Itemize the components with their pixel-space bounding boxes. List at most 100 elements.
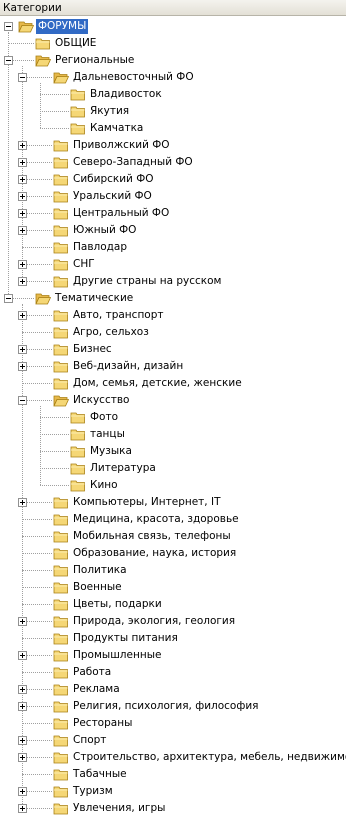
tree-node[interactable]: Приволжский ФО [0, 137, 346, 154]
tree-node-label[interactable]: Природа, экология, геология [71, 614, 237, 629]
tree-node[interactable]: Политика [0, 562, 346, 579]
tree-node-label[interactable]: Павлодар [71, 240, 129, 255]
expand-icon[interactable] [18, 158, 27, 167]
tree-node[interactable]: Медицина, красота, здоровье [0, 511, 346, 528]
tree-node-label[interactable]: Политика [71, 563, 129, 578]
tree-node[interactable]: Кино [0, 477, 346, 494]
tree-node[interactable]: Мобильная связь, телефоны [0, 528, 346, 545]
tree-node-label[interactable]: Северо-Западный ФО [71, 155, 195, 170]
tree-node-label[interactable]: Южный ФО [71, 223, 138, 238]
expand-icon[interactable] [18, 498, 27, 507]
tree-node[interactable]: Цветы, подарки [0, 596, 346, 613]
tree-node-label[interactable]: Литература [88, 461, 158, 476]
expand-icon[interactable] [18, 804, 27, 813]
tree-node-label[interactable]: Камчатка [88, 121, 145, 136]
tree-node[interactable]: Компьютеры, Интернет, IT [0, 494, 346, 511]
tree-node-label[interactable]: Уральский ФО [71, 189, 154, 204]
tree-node-label[interactable]: Цветы, подарки [71, 597, 164, 612]
tree-node[interactable]: ОБЩИЕ [0, 35, 346, 52]
tree-node-label[interactable]: Владивосток [88, 87, 164, 102]
tree-node[interactable]: Тематические [0, 290, 346, 307]
tree-node-label[interactable]: ФОРУМЫ [36, 19, 89, 34]
expand-icon[interactable] [18, 209, 27, 218]
tree-node-label[interactable]: Военные [71, 580, 124, 595]
expand-icon[interactable] [18, 226, 27, 235]
tree-node-label[interactable]: Бизнес [71, 342, 114, 357]
expand-icon[interactable] [18, 685, 27, 694]
tree-node[interactable]: ФОРУМЫ [0, 18, 346, 35]
collapse-icon[interactable] [4, 294, 13, 303]
tree-node-label[interactable]: Рестораны [71, 716, 134, 731]
expand-icon[interactable] [18, 753, 27, 762]
collapse-icon[interactable] [4, 56, 13, 65]
tree-node-label[interactable]: Кино [88, 478, 120, 493]
tree-node[interactable]: Павлодар [0, 239, 346, 256]
tree-node[interactable]: Северо-Западный ФО [0, 154, 346, 171]
tree-node[interactable]: Уральский ФО [0, 188, 346, 205]
tree-node-label[interactable]: Работа [71, 665, 113, 680]
tree-node-label[interactable]: Спорт [71, 733, 108, 748]
tree-node[interactable]: Южный ФО [0, 222, 346, 239]
tree-node-label[interactable]: СНГ [71, 257, 97, 272]
tree-node-label[interactable]: Тематические [53, 291, 135, 306]
expand-icon[interactable] [18, 192, 27, 201]
tree-node-label[interactable]: Туризм [71, 784, 115, 799]
tree-node[interactable]: танцы [0, 426, 346, 443]
tree-node[interactable]: Камчатка [0, 120, 346, 137]
tree-node-label[interactable]: танцы [88, 427, 127, 442]
tree-node[interactable]: Дальневосточный ФО [0, 69, 346, 86]
tree-node[interactable]: Авто, транспорт [0, 307, 346, 324]
tree-node[interactable]: Рестораны [0, 715, 346, 732]
tree-node-label[interactable]: Фото [88, 410, 120, 425]
tree-node-label[interactable]: Сибирский ФО [71, 172, 156, 187]
expand-icon[interactable] [18, 736, 27, 745]
expand-icon[interactable] [18, 260, 27, 269]
tree-node[interactable]: Табачные [0, 766, 346, 783]
expand-icon[interactable] [18, 617, 27, 626]
tree-node[interactable]: Литература [0, 460, 346, 477]
tree-node[interactable]: Владивосток [0, 86, 346, 103]
tree-node-label[interactable]: Строительство, архитектура, мебель, недв… [71, 750, 346, 765]
tree-node[interactable]: Спорт [0, 732, 346, 749]
tree-node-label[interactable]: Музыка [88, 444, 134, 459]
expand-icon[interactable] [18, 651, 27, 660]
expand-icon[interactable] [18, 362, 27, 371]
tree-node[interactable]: Строительство, архитектура, мебель, недв… [0, 749, 346, 766]
tree-node-label[interactable]: Веб-дизайн, дизайн [71, 359, 185, 374]
tree-node-label[interactable]: Продукты питания [71, 631, 180, 646]
tree-node[interactable]: СНГ [0, 256, 346, 273]
tree-node-label[interactable]: Медицина, красота, здоровье [71, 512, 241, 527]
collapse-icon[interactable] [4, 22, 13, 31]
tree-node[interactable]: Искусство [0, 392, 346, 409]
tree-node[interactable]: Природа, экология, геология [0, 613, 346, 630]
collapse-icon[interactable] [18, 396, 27, 405]
category-tree[interactable]: ФОРУМЫ ОБЩИЕ Региональные Дальневосточный Ф… [0, 16, 346, 820]
tree-node-label[interactable]: Центральный ФО [71, 206, 171, 221]
expand-icon[interactable] [18, 345, 27, 354]
tree-node[interactable]: Музыка [0, 443, 346, 460]
tree-node[interactable]: Центральный ФО [0, 205, 346, 222]
tree-node-label[interactable]: Региональные [53, 53, 136, 68]
tree-node-label[interactable]: Искусство [71, 393, 131, 408]
tree-node[interactable]: Агро, сельхоз [0, 324, 346, 341]
tree-node-label[interactable]: Реклама [71, 682, 122, 697]
tree-node[interactable]: Образование, наука, история [0, 545, 346, 562]
tree-node-label[interactable]: Авто, транспорт [71, 308, 166, 323]
tree-node[interactable]: Реклама [0, 681, 346, 698]
tree-node-label[interactable]: Якутия [88, 104, 131, 119]
tree-node[interactable]: Якутия [0, 103, 346, 120]
tree-node-label[interactable]: Увлечения, игры [71, 801, 167, 816]
tree-node-label[interactable]: Мобильная связь, телефоны [71, 529, 233, 544]
tree-node[interactable]: Региональные [0, 52, 346, 69]
tree-node-label[interactable]: Промышленные [71, 648, 163, 663]
tree-node[interactable]: Религия, психология, философия [0, 698, 346, 715]
tree-node[interactable]: Сибирский ФО [0, 171, 346, 188]
tree-node-label[interactable]: Приволжский ФО [71, 138, 172, 153]
tree-node[interactable]: Военные [0, 579, 346, 596]
tree-node[interactable]: Дом, семья, детские, женские [0, 375, 346, 392]
expand-icon[interactable] [18, 787, 27, 796]
expand-icon[interactable] [18, 702, 27, 711]
tree-node[interactable]: Фото [0, 409, 346, 426]
tree-node-label[interactable]: Дальневосточный ФО [71, 70, 196, 85]
tree-node[interactable]: Продукты питания [0, 630, 346, 647]
